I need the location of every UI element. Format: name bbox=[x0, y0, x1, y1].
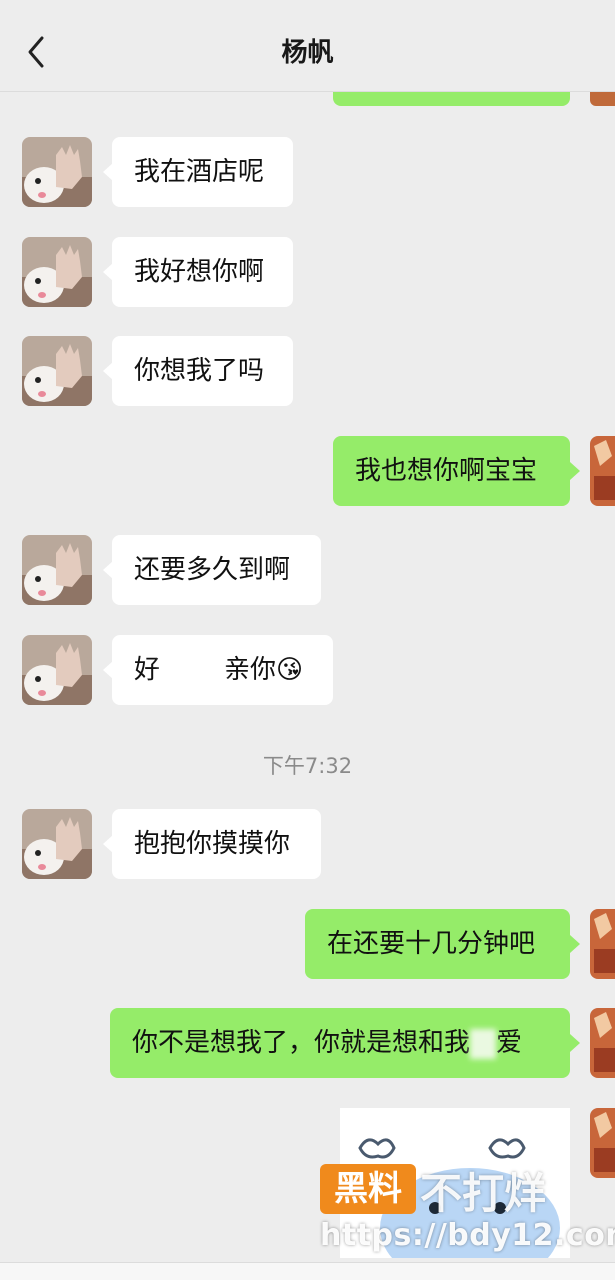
watermark-text: 不打烊 bbox=[420, 1169, 547, 1218]
message-bubble[interactable]: 好 亲你😘 bbox=[112, 635, 333, 705]
message-timestamp: 下午7:32 bbox=[262, 754, 353, 778]
contact-avatar[interactable] bbox=[22, 535, 92, 605]
kiss-emoji: 😘 bbox=[276, 655, 304, 685]
contact-avatar[interactable] bbox=[22, 635, 92, 705]
contact-avatar[interactable] bbox=[22, 336, 92, 406]
message-bubble[interactable]: 我也想你啊宝宝 bbox=[333, 436, 570, 506]
message-bubble[interactable]: 你不是想我了，你就是想和我爱 bbox=[110, 1008, 570, 1078]
contact-avatar[interactable] bbox=[22, 809, 92, 879]
message-bubble[interactable]: 我在酒店呢 bbox=[112, 137, 293, 207]
input-bar[interactable] bbox=[0, 1262, 615, 1280]
message-text-start: 你不是想我了，你就是想和我 bbox=[132, 1028, 471, 1058]
message-text-end: 亲你 bbox=[224, 655, 277, 685]
contact-avatar[interactable] bbox=[22, 237, 92, 307]
message-text-end: 爱 bbox=[496, 1028, 523, 1058]
user-avatar[interactable] bbox=[590, 1008, 615, 1078]
redacted-text bbox=[470, 1028, 497, 1059]
watermark-logo-box: 黑料 bbox=[320, 1164, 416, 1214]
watermark-url: https://bdy12.com bbox=[320, 1218, 615, 1253]
message-text-start: 好 bbox=[134, 655, 161, 685]
user-avatar[interactable] bbox=[590, 909, 615, 979]
contact-name[interactable]: 杨帆 bbox=[0, 32, 615, 69]
contact-avatar[interactable] bbox=[22, 137, 92, 207]
chat-header: 杨帆 bbox=[0, 0, 615, 92]
message-bubble[interactable]: 在还要十几分钟吧 bbox=[305, 909, 570, 979]
user-avatar[interactable] bbox=[590, 436, 615, 506]
watermark: 黑料 不打烊 https://bdy12.com bbox=[320, 1160, 615, 1270]
redacted-text bbox=[160, 655, 225, 686]
message-bubble[interactable]: 你想我了吗 bbox=[112, 336, 293, 406]
message-bubble[interactable]: 抱抱你摸摸你 bbox=[112, 809, 321, 879]
message-bubble[interactable]: 还要多久到啊 bbox=[112, 535, 321, 605]
message-bubble[interactable]: 我好想你啊 bbox=[112, 237, 293, 307]
